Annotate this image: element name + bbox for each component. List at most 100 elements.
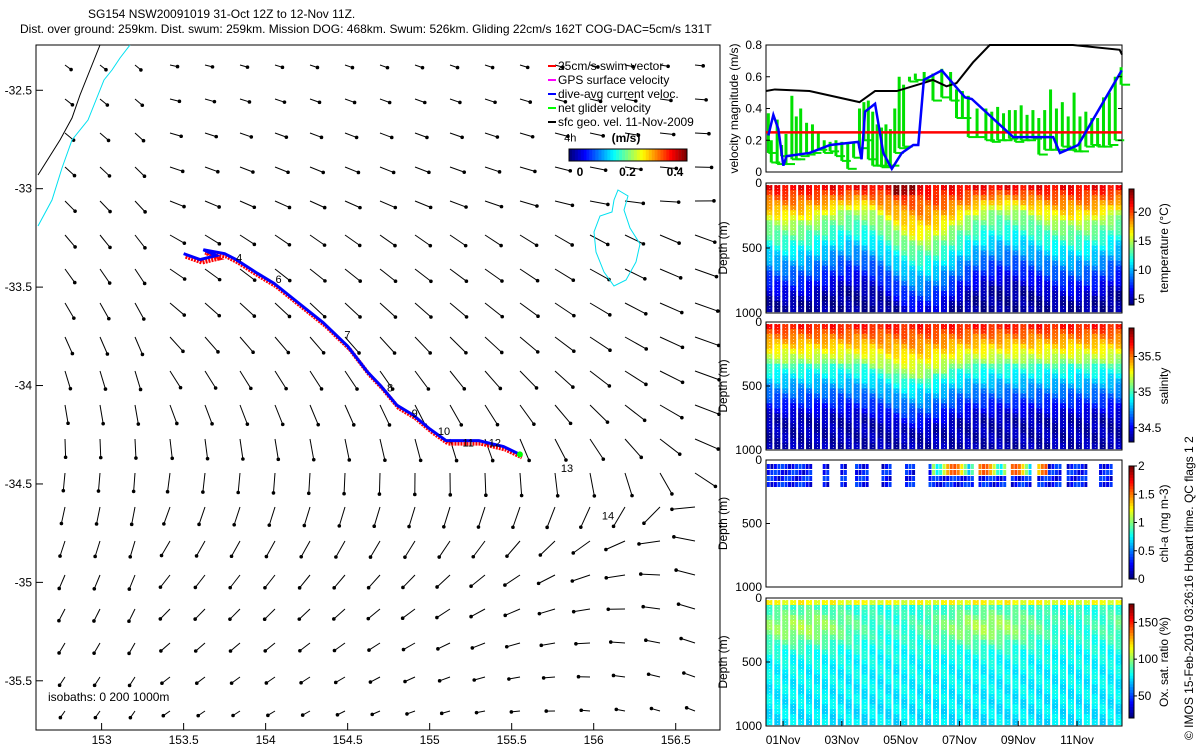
current-vector — [65, 167, 74, 176]
chl-sample — [932, 476, 935, 481]
vector-head — [107, 139, 111, 143]
chl-sample — [840, 476, 843, 481]
chl-sample — [1021, 464, 1024, 469]
day-label: 8 — [387, 383, 393, 395]
chl-sample — [889, 476, 892, 481]
chl-sample — [1000, 464, 1003, 469]
sample-cell — [917, 443, 923, 449]
y-tick-label: 0 — [755, 453, 762, 467]
colorbar-swatch — [1129, 419, 1134, 422]
current-vector — [437, 609, 450, 618]
net-velocity-bar — [893, 109, 896, 153]
net-velocity-bar — [1061, 102, 1064, 146]
sample-cell — [933, 306, 939, 312]
current-vector — [695, 269, 716, 277]
glider-track: 4678910111213144h — [184, 133, 615, 523]
current-vector — [485, 167, 500, 172]
vector-head — [333, 649, 337, 653]
chl-sample — [1106, 464, 1109, 469]
vector-head — [248, 100, 252, 104]
vector-head — [427, 387, 431, 391]
chl-sample — [979, 470, 982, 475]
colorbar-swatch — [593, 149, 596, 161]
vector-head — [128, 587, 132, 591]
vector-head — [323, 315, 327, 319]
current-vector — [231, 643, 240, 651]
vector-head — [505, 645, 509, 649]
vector-head — [93, 684, 97, 688]
vector-head — [108, 174, 112, 178]
vector-head — [650, 707, 654, 711]
current-vector — [660, 337, 682, 347]
chl-sample — [781, 464, 784, 469]
chl-sample — [774, 476, 777, 481]
vector-head — [357, 351, 361, 355]
colorbar-swatch — [1129, 264, 1134, 267]
colorbar-swatch — [1129, 436, 1134, 439]
sample-cell — [973, 306, 979, 312]
current-vector — [380, 167, 394, 172]
current-vector — [415, 201, 431, 207]
vector-head — [316, 423, 320, 427]
current-vector — [555, 303, 574, 316]
sample-cell — [822, 306, 828, 312]
current-vector — [485, 405, 497, 425]
isobath-200m — [38, 45, 130, 226]
current-vector — [555, 167, 570, 171]
vector-head — [355, 387, 359, 391]
vector-head — [336, 713, 340, 717]
sample-cell — [1100, 306, 1106, 312]
vector-head — [183, 277, 187, 281]
current-vector — [300, 643, 310, 651]
map-legend: 25cm/s swim vectorGPS surface velocitydi… — [548, 59, 694, 179]
vector-head — [298, 649, 302, 653]
chl-sample — [777, 476, 780, 481]
chl-sample — [943, 470, 946, 475]
chl-sample — [1070, 470, 1073, 475]
colorbar-swatch — [675, 149, 678, 161]
vector-head — [369, 680, 373, 684]
vector-head — [491, 66, 495, 70]
vector-head — [263, 649, 267, 653]
current-vector — [299, 609, 310, 619]
chl-sample — [795, 470, 798, 475]
current-vector — [437, 575, 450, 587]
vector-head — [182, 313, 186, 317]
chl-sample — [809, 470, 812, 475]
chl-sample — [823, 464, 826, 469]
current-vector — [572, 575, 590, 581]
chl-sample — [982, 482, 985, 487]
chl-sample — [855, 482, 858, 487]
current-vector — [646, 640, 660, 643]
colorbar-swatch — [1129, 233, 1134, 236]
chl-sample — [823, 476, 826, 481]
vector-head — [197, 523, 201, 527]
colorbar-swatch — [1129, 357, 1134, 360]
chl-sample — [957, 476, 960, 481]
vector-head — [642, 242, 646, 246]
vector-head — [647, 672, 651, 676]
colorbar-swatch — [1129, 206, 1134, 209]
current-vector — [234, 507, 240, 525]
net-velocity-bar — [889, 129, 892, 166]
vector-head — [579, 525, 583, 529]
sample-cell — [806, 443, 812, 449]
vector-head — [303, 524, 307, 528]
vector-head — [539, 644, 543, 648]
vector-head — [536, 350, 540, 354]
current-vector — [345, 405, 354, 425]
vector-head — [143, 246, 147, 250]
vector-head — [393, 351, 397, 355]
chl-sample — [905, 476, 908, 481]
vector-head — [253, 314, 257, 318]
y-tick-label: 0.4 — [745, 102, 762, 116]
chl-sample — [859, 470, 862, 475]
current-vector — [374, 507, 380, 526]
chl-sample — [1081, 476, 1084, 481]
current-vector — [415, 269, 431, 281]
vector-head — [318, 101, 322, 105]
net-velocity-bar — [931, 74, 934, 101]
current-vector — [310, 371, 322, 389]
net-velocity-bar — [817, 132, 820, 149]
current-vector — [304, 507, 310, 526]
